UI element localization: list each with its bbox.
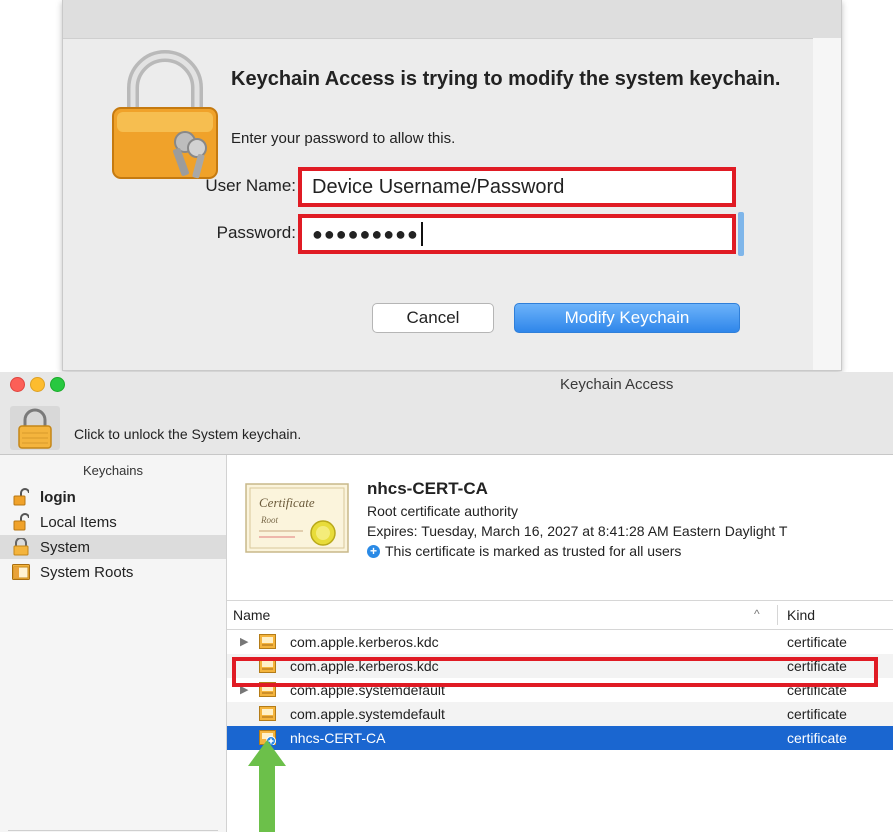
text-caret	[420, 222, 423, 246]
unlocked-lock-icon	[12, 513, 30, 531]
sort-ascending-icon: ^	[754, 607, 760, 621]
sidebar-item-label: System Roots	[40, 563, 134, 581]
certificate-type: Root certificate authority	[367, 503, 518, 519]
row-name: com.apple.kerberos.kdc	[290, 634, 439, 650]
lock-icon	[12, 538, 30, 556]
column-header-name[interactable]: Name	[233, 607, 270, 623]
column-divider[interactable]	[777, 605, 778, 625]
title-bar: Keychain Access	[0, 372, 893, 398]
row-kind: certificate	[787, 706, 847, 722]
modify-keychain-button[interactable]: Modify Keychain	[514, 303, 740, 333]
certificate-name: nhcs-CERT-CA	[367, 479, 488, 498]
username-label: User Name:	[205, 176, 296, 195]
username-field[interactable]: Device Username/Password	[298, 167, 736, 207]
padlock-keys-icon	[112, 50, 218, 179]
certificate-trust-status: + This certificate is marked as trusted …	[367, 543, 681, 559]
plus-circle-icon: +	[367, 544, 380, 558]
toolbar: Click to unlock the System keychain.	[0, 398, 893, 455]
close-button[interactable]	[10, 377, 25, 392]
sidebar-item-system[interactable]: System	[0, 535, 226, 559]
certificate-expiry: Expires: Tuesday, March 16, 2027 at 8:41…	[367, 523, 788, 539]
cancel-button[interactable]: Cancel	[372, 303, 494, 333]
unlocked-lock-icon	[12, 488, 30, 506]
table-row[interactable]: ▶ com.apple.kerberos.kdc certificate	[227, 630, 893, 654]
lock-icon	[18, 408, 52, 449]
dialog-background-window	[813, 38, 841, 370]
up-arrow-icon	[248, 740, 286, 832]
row-kind: certificate	[787, 634, 847, 650]
dialog-top-bar	[63, 0, 841, 39]
selected-row-highlight	[232, 657, 878, 687]
items-table: Name ^ Kind ▶ com.apple.kerberos.kdc cer…	[227, 601, 893, 832]
table-row[interactable]: com.apple.systemdefault certificate	[227, 702, 893, 726]
row-kind: certificate	[787, 730, 847, 746]
password-field[interactable]: ●●●●●●●●●	[298, 214, 736, 254]
certificate-icon: Certificate Root	[245, 483, 349, 553]
dialog-title: Keychain Access is trying to modify the …	[231, 68, 781, 90]
password-value: ●●●●●●●●●	[312, 223, 419, 244]
row-name: nhcs-CERT-CA	[290, 730, 386, 746]
row-name: com.apple.systemdefault	[290, 706, 445, 722]
sidebar-item-label: Local Items	[40, 513, 117, 531]
sidebar-heading: Keychains	[83, 463, 143, 478]
thumb-subtext: Root	[260, 515, 278, 525]
sidebar-item-system-roots[interactable]: System Roots	[0, 560, 226, 584]
certificate-icon	[259, 634, 276, 649]
keychains-sidebar: Keychains login Local Items System Syste…	[0, 455, 227, 832]
disclosure-triangle-icon[interactable]: ▶	[240, 635, 248, 648]
keychain-access-window: Keychain Access Click to unlock the Syst…	[0, 372, 893, 832]
dialog-subtitle: Enter your password to allow this.	[231, 130, 456, 147]
cabinet-icon	[12, 563, 30, 581]
sidebar-item-local-items[interactable]: Local Items	[0, 510, 226, 534]
minimize-button[interactable]	[30, 377, 45, 392]
table-header: Name ^ Kind	[227, 601, 893, 630]
sidebar-item-login[interactable]: login	[0, 485, 226, 509]
table-row-selected[interactable]: nhcs-CERT-CA certificate	[227, 726, 893, 750]
thumb-text: Certificate	[259, 495, 315, 510]
window-title: Keychain Access	[560, 376, 674, 393]
trust-text: This certificate is marked as trusted fo…	[385, 543, 682, 559]
sidebar-item-label: System	[40, 538, 91, 556]
column-header-kind[interactable]: Kind	[787, 607, 815, 623]
sidebar-item-label: login	[40, 488, 76, 506]
certificate-detail: Certificate Root nhcs-CERT-CA Root certi…	[227, 455, 893, 601]
focus-ring	[738, 212, 744, 256]
sidebar-divider	[8, 830, 218, 831]
password-label: Password:	[216, 223, 296, 242]
certificate-icon	[259, 706, 276, 721]
username-value: Device Username/Password	[312, 175, 565, 198]
zoom-button[interactable]	[50, 377, 65, 392]
unlock-hint: Click to unlock the System keychain.	[74, 426, 302, 442]
unlock-button[interactable]	[10, 406, 60, 450]
